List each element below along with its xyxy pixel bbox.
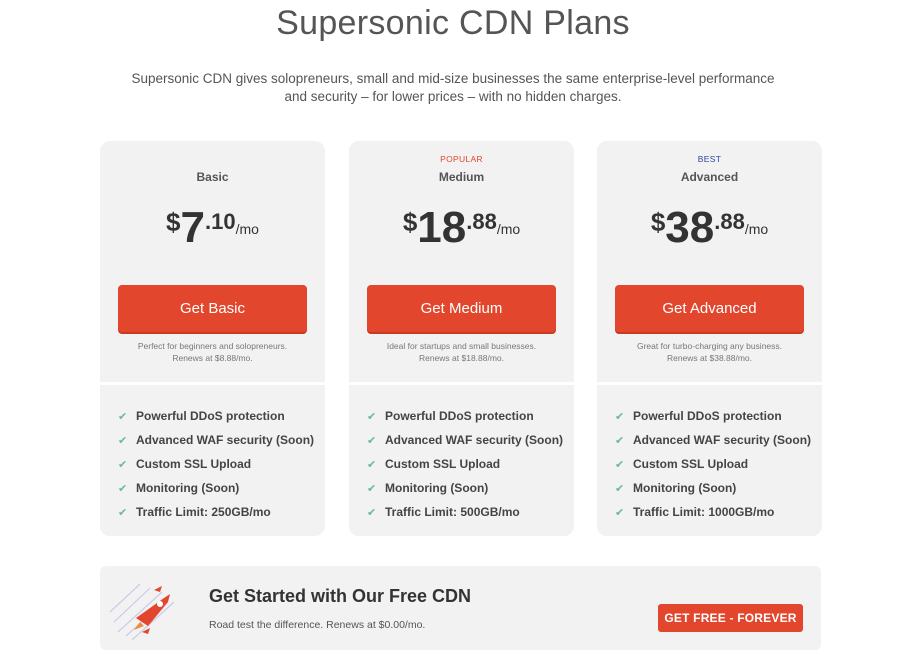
check-icon: ✔	[615, 410, 625, 423]
plan-note-line-1: Great for turbo-charging any business.	[636, 341, 783, 351]
feature-list: ✔ Powerful DDoS protection ✔ Advanced WAF …	[615, 404, 812, 524]
feature-item: ✔ Traffic Limit: 500GB/mo	[367, 500, 564, 524]
feature-item: ✔ Custom SSL Upload	[615, 452, 812, 476]
free-cdn-title: Get Started with Our Free CDN	[209, 586, 472, 606]
price-period: /mo	[744, 221, 769, 237]
feature-label: Advanced WAF security (Soon)	[385, 433, 564, 447]
card-divider	[100, 382, 325, 385]
feature-label: Traffic Limit: 250GB/mo	[136, 505, 271, 519]
price-decimal: .88	[714, 209, 745, 234]
rocket-icon	[109, 583, 175, 641]
plan-note-line-1: Ideal for startups and small businesses.	[386, 341, 537, 351]
plan-name: Basic	[196, 170, 229, 184]
plan-note-line-2: Renews at $38.88/mo.	[666, 353, 753, 363]
check-icon: ✔	[367, 482, 377, 495]
plan-note: Ideal for startups and small businesses.…	[359, 340, 564, 364]
feature-item: ✔ Advanced WAF security (Soon)	[615, 428, 812, 452]
price-decimal: .88	[466, 209, 497, 234]
feature-list: ✔ Powerful DDoS protection ✔ Advanced WAF …	[118, 404, 315, 524]
feature-item: ✔ Monitoring (Soon)	[118, 476, 315, 500]
feature-label: Custom SSL Upload	[633, 457, 749, 471]
check-icon: ✔	[118, 458, 128, 471]
check-icon: ✔	[367, 506, 377, 519]
feature-item: ✔ Monitoring (Soon)	[367, 476, 564, 500]
plan-card-medium: POPULAR Medium $18.88/mo Get Medium Idea…	[349, 141, 574, 536]
feature-item: ✔ Advanced WAF security (Soon)	[118, 428, 315, 452]
feature-item: ✔ Custom SSL Upload	[118, 452, 315, 476]
subtitle-line-1: Supersonic CDN gives solopreneurs, small…	[131, 71, 775, 86]
free-cdn-banner: Get Started with Our Free CDN Road test …	[100, 566, 821, 650]
plan-price: $38.88/mo	[597, 203, 822, 253]
price-decimal: .10	[205, 209, 236, 234]
plan-note-line-2: Renews at $8.88/mo.	[172, 353, 253, 363]
feature-item: ✔ Custom SSL Upload	[367, 452, 564, 476]
feature-item: ✔ Powerful DDoS protection	[367, 404, 564, 428]
price-currency: $	[166, 207, 181, 237]
price-period: /mo	[235, 221, 259, 237]
feature-label: Advanced WAF security (Soon)	[633, 433, 812, 447]
plan-card-basic: Basic $7.10/mo Get Basic Perfect for beg…	[100, 141, 325, 536]
plan-name: Medium	[438, 170, 485, 184]
popular-badge: POPULAR	[440, 154, 483, 164]
plan-note: Great for turbo-charging any business. R…	[607, 340, 812, 364]
card-divider	[597, 382, 822, 385]
plan-note-line-2: Renews at $18.88/mo.	[418, 353, 505, 363]
plan-note-line-1: Perfect for beginners and solopreneurs.	[137, 341, 288, 351]
check-icon: ✔	[118, 410, 128, 423]
get-basic-button[interactable]: Get Basic	[118, 285, 307, 332]
feature-label: Powerful DDoS protection	[385, 409, 534, 423]
plan-name: Advanced	[680, 170, 739, 184]
feature-label: Monitoring (Soon)	[385, 481, 489, 495]
page-subtitle: Supersonic CDN gives solopreneurs, small…	[120, 70, 786, 106]
card-divider	[349, 382, 574, 385]
feature-label: Custom SSL Upload	[136, 457, 252, 471]
feature-item: ✔ Monitoring (Soon)	[615, 476, 812, 500]
feature-label: Custom SSL Upload	[385, 457, 501, 471]
check-icon: ✔	[615, 482, 625, 495]
feature-label: Traffic Limit: 1000GB/mo	[633, 505, 775, 519]
price-currency: $	[650, 207, 666, 237]
check-icon: ✔	[367, 458, 377, 471]
price-period: /mo	[496, 221, 521, 237]
check-icon: ✔	[615, 506, 625, 519]
feature-list: ✔ Powerful DDoS protection ✔ Advanced WAF …	[367, 404, 564, 524]
feature-item: ✔ Powerful DDoS protection	[615, 404, 812, 428]
check-icon: ✔	[367, 434, 377, 447]
check-icon: ✔	[118, 434, 128, 447]
check-icon: ✔	[615, 458, 625, 471]
feature-label: Monitoring (Soon)	[136, 481, 240, 495]
page-title: Supersonic CDN Plans	[276, 4, 630, 42]
check-icon: ✔	[615, 434, 625, 447]
free-cdn-note: Road test the difference. Renews at $0.0…	[209, 619, 426, 631]
check-icon: ✔	[367, 410, 377, 423]
best-badge: BEST	[697, 154, 722, 164]
get-medium-button[interactable]: Get Medium	[367, 285, 556, 332]
feature-label: Powerful DDoS protection	[136, 409, 285, 423]
price-integer: 18	[417, 203, 467, 252]
price-integer: 7	[180, 203, 205, 252]
price-integer: 38	[665, 203, 715, 252]
subtitle-line-2: and security – for lower prices – with n…	[284, 89, 622, 104]
feature-item: ✔ Traffic Limit: 250GB/mo	[118, 500, 315, 524]
feature-label: Advanced WAF security (Soon)	[136, 433, 315, 447]
price-currency: $	[402, 207, 418, 237]
plan-price: $7.10/mo	[100, 203, 325, 253]
plan-price: $18.88/mo	[349, 203, 574, 253]
feature-label: Traffic Limit: 500GB/mo	[385, 505, 520, 519]
feature-item: ✔ Powerful DDoS protection	[118, 404, 315, 428]
feature-label: Monitoring (Soon)	[633, 481, 737, 495]
check-icon: ✔	[118, 506, 128, 519]
feature-item: ✔ Advanced WAF security (Soon)	[367, 428, 564, 452]
plan-card-advanced: BEST Advanced $38.88/mo Get Advanced Gre…	[597, 141, 822, 536]
plan-note: Perfect for beginners and solopreneurs. …	[110, 340, 315, 364]
get-free-button[interactable]: GET FREE - FOREVER	[658, 604, 803, 632]
feature-label: Powerful DDoS protection	[633, 409, 782, 423]
feature-item: ✔ Traffic Limit: 1000GB/mo	[615, 500, 812, 524]
check-icon: ✔	[118, 482, 128, 495]
get-advanced-button[interactable]: Get Advanced	[615, 285, 804, 332]
